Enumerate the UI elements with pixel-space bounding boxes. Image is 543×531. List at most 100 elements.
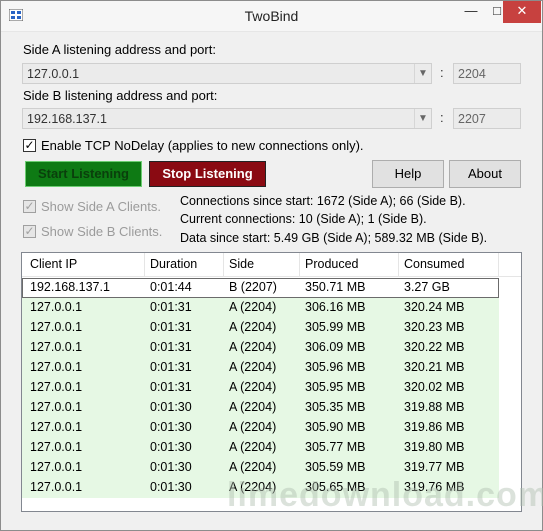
cell-duration: 0:01:31: [150, 380, 192, 394]
cell-consumed: 319.88 MB: [404, 400, 465, 414]
cell-consumed: 319.86 MB: [404, 420, 465, 434]
table-row[interactable]: 127.0.0.1 0:01:30 A (2204) 305.90 MB 319…: [22, 418, 499, 438]
nodelay-label[interactable]: Enable TCP NoDelay (applies to new conne…: [41, 138, 364, 153]
cell-consumed: 3.27 GB: [404, 280, 450, 294]
help-button[interactable]: Help: [372, 160, 444, 188]
show-side-a-label[interactable]: Show Side A Clients.: [41, 199, 161, 214]
cell-duration: 0:01:30: [150, 460, 192, 474]
cell-side: A (2204): [229, 400, 277, 414]
column-divider[interactable]: [498, 253, 499, 276]
show-side-b-label[interactable]: Show Side B Clients.: [41, 224, 162, 239]
table-row[interactable]: 127.0.0.1 0:01:30 A (2204) 305.35 MB 319…: [22, 398, 499, 418]
list-header: Client IP Duration Side Produced Consume…: [22, 253, 521, 277]
cell-consumed: 320.02 MB: [404, 380, 465, 394]
chevron-down-icon[interactable]: ▼: [414, 64, 431, 83]
table-row[interactable]: 192.168.137.1 0:01:44 B (2207) 350.71 MB…: [22, 278, 499, 298]
cell-side: A (2204): [229, 320, 277, 334]
col-duration[interactable]: Duration: [150, 257, 197, 271]
cell-consumed: 319.80 MB: [404, 440, 465, 454]
cell-side: A (2204): [229, 420, 277, 434]
cell-side: A (2204): [229, 340, 277, 354]
title-bar: TwoBind — □ ✕: [1, 1, 542, 32]
table-row[interactable]: 127.0.0.1 0:01:31 A (2204) 305.96 MB 320…: [22, 358, 499, 378]
side-a-port-value: 2204: [458, 67, 486, 81]
clients-list[interactable]: Client IP Duration Side Produced Consume…: [21, 252, 522, 512]
side-b-port-field[interactable]: 2207: [453, 108, 521, 129]
cell-side: A (2204): [229, 460, 277, 474]
cell-produced: 305.90 MB: [305, 420, 366, 434]
cell-duration: 0:01:31: [150, 320, 192, 334]
table-row[interactable]: 127.0.0.1 0:01:31 A (2204) 305.99 MB 320…: [22, 318, 499, 338]
side-a-colon: :: [440, 65, 444, 80]
col-consumed[interactable]: Consumed: [404, 257, 464, 271]
cell-produced: 305.95 MB: [305, 380, 366, 394]
side-a-address-combo[interactable]: 127.0.0.1 ▼: [22, 63, 432, 84]
cell-client-ip: 127.0.0.1: [30, 400, 83, 414]
cell-duration: 0:01:31: [150, 340, 192, 354]
column-divider[interactable]: [398, 253, 399, 276]
cell-side: A (2204): [229, 440, 277, 454]
cell-duration: 0:01:30: [150, 480, 192, 494]
data-stat: Data since start: 5.49 GB (Side A); 589.…: [180, 231, 488, 245]
close-button[interactable]: ✕: [503, 1, 541, 23]
cell-duration: 0:01:44: [150, 280, 192, 294]
nodelay-checkbox[interactable]: ✓: [23, 139, 36, 152]
watermark: limedownload.com: [227, 476, 543, 514]
cell-client-ip: 127.0.0.1: [30, 380, 83, 394]
side-b-address-combo[interactable]: 192.168.137.1 ▼: [22, 108, 432, 129]
side-b-port-value: 2207: [458, 112, 486, 126]
show-side-b-checkbox[interactable]: ✓: [23, 225, 36, 238]
cell-produced: 305.59 MB: [305, 460, 366, 474]
about-button[interactable]: About: [449, 160, 521, 188]
cell-client-ip: 127.0.0.1: [30, 440, 83, 454]
cell-duration: 0:01:30: [150, 420, 192, 434]
cell-duration: 0:01:31: [150, 360, 192, 374]
minimize-button[interactable]: —: [458, 1, 484, 23]
table-row[interactable]: 127.0.0.1 0:01:31 A (2204) 306.16 MB 320…: [22, 298, 499, 318]
current-connections-stat: Current connections: 10 (Side A); 1 (Sid…: [180, 212, 427, 226]
cell-duration: 0:01:30: [150, 440, 192, 454]
show-side-a-checkbox[interactable]: ✓: [23, 200, 36, 213]
cell-client-ip: 127.0.0.1: [30, 360, 83, 374]
cell-duration: 0:01:30: [150, 400, 192, 414]
side-b-colon: :: [440, 110, 444, 125]
side-a-port-field[interactable]: 2204: [453, 63, 521, 84]
cell-side: A (2204): [229, 360, 277, 374]
column-divider[interactable]: [299, 253, 300, 276]
cell-consumed: 319.77 MB: [404, 460, 465, 474]
column-divider[interactable]: [144, 253, 145, 276]
side-a-label: Side A listening address and port:: [23, 42, 216, 57]
chevron-down-icon[interactable]: ▼: [414, 109, 431, 128]
cell-consumed: 320.24 MB: [404, 300, 465, 314]
cell-produced: 305.35 MB: [305, 400, 366, 414]
cell-consumed: 320.21 MB: [404, 360, 465, 374]
col-side[interactable]: Side: [229, 257, 254, 271]
cell-produced: 306.16 MB: [305, 300, 366, 314]
side-b-address-value: 192.168.137.1: [27, 112, 107, 126]
cell-produced: 350.71 MB: [305, 280, 366, 294]
cell-side: A (2204): [229, 300, 277, 314]
cell-consumed: 320.23 MB: [404, 320, 465, 334]
cell-client-ip: 127.0.0.1: [30, 480, 83, 494]
col-client-ip[interactable]: Client IP: [30, 257, 77, 271]
table-row[interactable]: 127.0.0.1 0:01:31 A (2204) 305.95 MB 320…: [22, 378, 499, 398]
table-row[interactable]: 127.0.0.1 0:01:31 A (2204) 306.09 MB 320…: [22, 338, 499, 358]
connections-stat: Connections since start: 1672 (Side A); …: [180, 194, 466, 208]
cell-side: B (2207): [229, 280, 277, 294]
col-produced[interactable]: Produced: [305, 257, 359, 271]
cell-client-ip: 127.0.0.1: [30, 340, 83, 354]
column-divider[interactable]: [223, 253, 224, 276]
cell-produced: 305.99 MB: [305, 320, 366, 334]
stop-listening-button[interactable]: Stop Listening: [149, 161, 266, 187]
cell-client-ip: 127.0.0.1: [30, 300, 83, 314]
side-b-label: Side B listening address and port:: [23, 88, 218, 103]
table-row[interactable]: 127.0.0.1 0:01:30 A (2204) 305.59 MB 319…: [22, 458, 499, 478]
cell-produced: 305.96 MB: [305, 360, 366, 374]
table-row[interactable]: 127.0.0.1 0:01:30 A (2204) 305.77 MB 319…: [22, 438, 499, 458]
cell-client-ip: 192.168.137.1: [30, 280, 110, 294]
cell-consumed: 320.22 MB: [404, 340, 465, 354]
cell-client-ip: 127.0.0.1: [30, 460, 83, 474]
cell-produced: 306.09 MB: [305, 340, 366, 354]
app-window: TwoBind — □ ✕ Side A listening address a…: [0, 0, 543, 531]
start-listening-button[interactable]: Start Listening: [25, 161, 142, 187]
